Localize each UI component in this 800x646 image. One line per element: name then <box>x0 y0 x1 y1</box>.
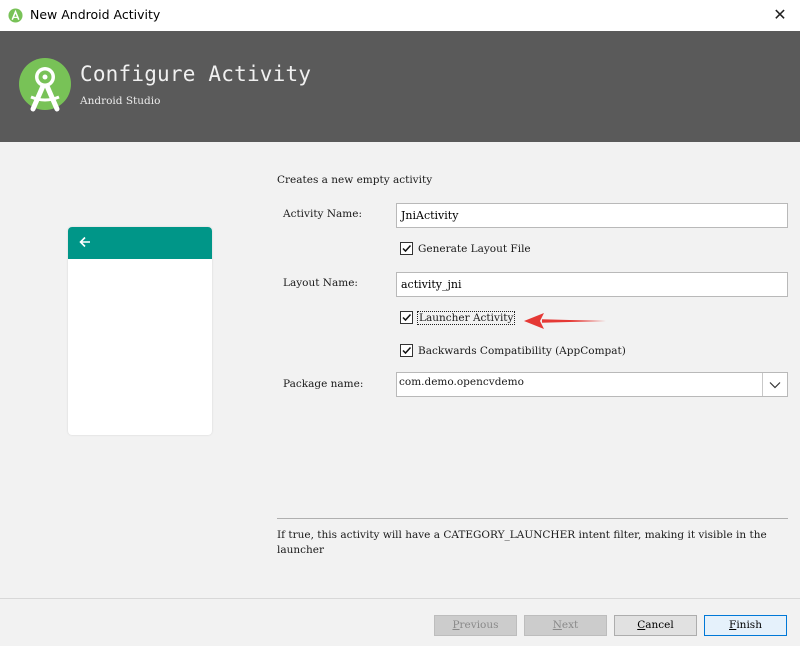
android-studio-logo-icon <box>19 58 71 112</box>
backwards-compat-label: Backwards Compatibility (AppCompat) <box>418 344 626 357</box>
previous-button[interactable]: Previous <box>434 615 517 636</box>
package-name-combobox[interactable]: com.demo.opencvdemo <box>396 372 788 397</box>
cancel-label: ancel <box>645 619 674 631</box>
header-banner: Configure Activity Android Studio <box>0 31 800 142</box>
next-button[interactable]: Next <box>524 615 607 636</box>
next-label: ext <box>561 619 579 631</box>
chevron-down-icon[interactable] <box>769 380 781 390</box>
backwards-compat-checkbox[interactable]: Backwards Compatibility (AppCompat) <box>400 344 626 357</box>
checkbox-icon <box>400 344 413 357</box>
generate-layout-label: Generate Layout File <box>418 242 531 255</box>
activity-description: Creates a new empty activity <box>277 174 433 186</box>
page-title: Configure Activity <box>80 62 312 86</box>
finish-button[interactable]: Finish <box>704 615 787 636</box>
activity-preview <box>68 227 212 435</box>
title-bar: New Android Activity ✕ <box>0 0 800 31</box>
annotation-arrow-icon <box>524 313 606 329</box>
launcher-activity-label: Launcher Activity <box>416 310 516 325</box>
previous-label: revious <box>459 619 499 631</box>
cancel-button[interactable]: Cancel <box>614 615 697 636</box>
checkbox-icon <box>400 311 413 324</box>
layout-name-input[interactable]: activity_jni <box>396 272 788 297</box>
launcher-activity-checkbox[interactable]: Launcher Activity <box>400 310 516 325</box>
package-name-label: Package name: <box>283 378 364 390</box>
window-title: New Android Activity <box>30 7 161 22</box>
previous-mnemonic: P <box>452 619 460 631</box>
generate-layout-checkbox[interactable]: Generate Layout File <box>400 242 531 255</box>
page-subtitle: Android Studio <box>80 95 161 107</box>
finish-label: inish <box>736 619 762 631</box>
layout-name-label: Layout Name: <box>283 277 358 289</box>
help-text: If true, this activity will have a CATEG… <box>277 529 767 556</box>
android-studio-icon <box>8 8 23 23</box>
help-divider <box>277 518 788 519</box>
activity-name-input[interactable]: JniActivity <box>396 203 788 228</box>
combobox-divider <box>762 373 763 396</box>
package-name-value: com.demo.opencvdemo <box>399 376 524 388</box>
next-mnemonic: N <box>552 619 562 631</box>
activity-name-label: Activity Name: <box>283 208 362 220</box>
preview-app-bar <box>68 227 212 259</box>
checkbox-icon <box>400 242 413 255</box>
close-icon[interactable]: ✕ <box>770 5 790 25</box>
arrow-left-icon <box>79 236 90 248</box>
